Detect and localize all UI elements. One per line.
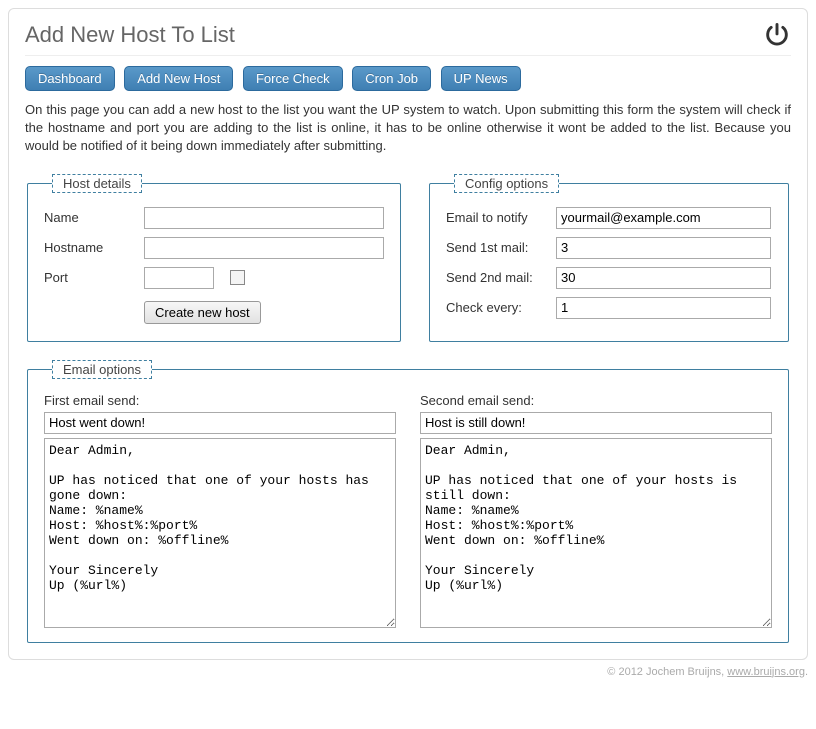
footer-suffix: . bbox=[805, 666, 808, 678]
nav-bar: Dashboard Add New Host Force Check Cron … bbox=[25, 66, 791, 91]
email-options-legend: Email options bbox=[52, 360, 152, 379]
hostname-label: Hostname bbox=[44, 240, 144, 255]
second-email-column: Second email send: bbox=[420, 393, 772, 628]
port-label: Port bbox=[44, 270, 144, 285]
port-checkbox[interactable] bbox=[230, 270, 245, 285]
email-options-fieldset: Email options First email send: Second e… bbox=[27, 360, 789, 643]
footer-prefix: © 2012 Jochem Bruijns, bbox=[607, 666, 727, 678]
name-input[interactable] bbox=[144, 207, 384, 229]
email-notify-input[interactable] bbox=[556, 207, 771, 229]
second-mail-input[interactable] bbox=[556, 267, 771, 289]
page-title: Add New Host To List bbox=[25, 22, 235, 48]
second-email-label: Second email send: bbox=[420, 393, 772, 408]
config-options-legend: Config options bbox=[454, 174, 559, 193]
footer: © 2012 Jochem Bruijns, www.bruijns.org. bbox=[8, 666, 808, 678]
nav-dashboard[interactable]: Dashboard bbox=[25, 66, 115, 91]
main-card: Add New Host To List Dashboard Add New H… bbox=[8, 8, 808, 660]
intro-text: On this page you can add a new host to t… bbox=[25, 101, 791, 156]
name-label: Name bbox=[44, 210, 144, 225]
nav-cron-job[interactable]: Cron Job bbox=[352, 66, 431, 91]
nav-up-news[interactable]: UP News bbox=[441, 66, 521, 91]
first-email-body-textarea[interactable] bbox=[44, 438, 396, 628]
footer-link[interactable]: www.bruijns.org bbox=[727, 666, 805, 678]
email-notify-label: Email to notify bbox=[446, 210, 556, 225]
check-every-input[interactable] bbox=[556, 297, 771, 319]
second-mail-label: Send 2nd mail: bbox=[446, 270, 556, 285]
host-details-fieldset: Host details Name Hostname Port Create n… bbox=[27, 174, 401, 342]
config-options-fieldset: Config options Email to notify Send 1st … bbox=[429, 174, 789, 342]
first-mail-label: Send 1st mail: bbox=[446, 240, 556, 255]
header: Add New Host To List bbox=[25, 21, 791, 56]
check-every-label: Check every: bbox=[446, 300, 556, 315]
host-details-legend: Host details bbox=[52, 174, 142, 193]
power-icon[interactable] bbox=[763, 21, 791, 49]
second-email-body-textarea[interactable] bbox=[420, 438, 772, 628]
first-email-column: First email send: bbox=[44, 393, 396, 628]
hostname-input[interactable] bbox=[144, 237, 384, 259]
first-email-label: First email send: bbox=[44, 393, 396, 408]
create-host-button[interactable]: Create new host bbox=[144, 301, 261, 324]
port-input[interactable] bbox=[144, 267, 214, 289]
second-email-subject-input[interactable] bbox=[420, 412, 772, 434]
first-email-subject-input[interactable] bbox=[44, 412, 396, 434]
first-mail-input[interactable] bbox=[556, 237, 771, 259]
nav-force-check[interactable]: Force Check bbox=[243, 66, 343, 91]
nav-add-new-host[interactable]: Add New Host bbox=[124, 66, 233, 91]
